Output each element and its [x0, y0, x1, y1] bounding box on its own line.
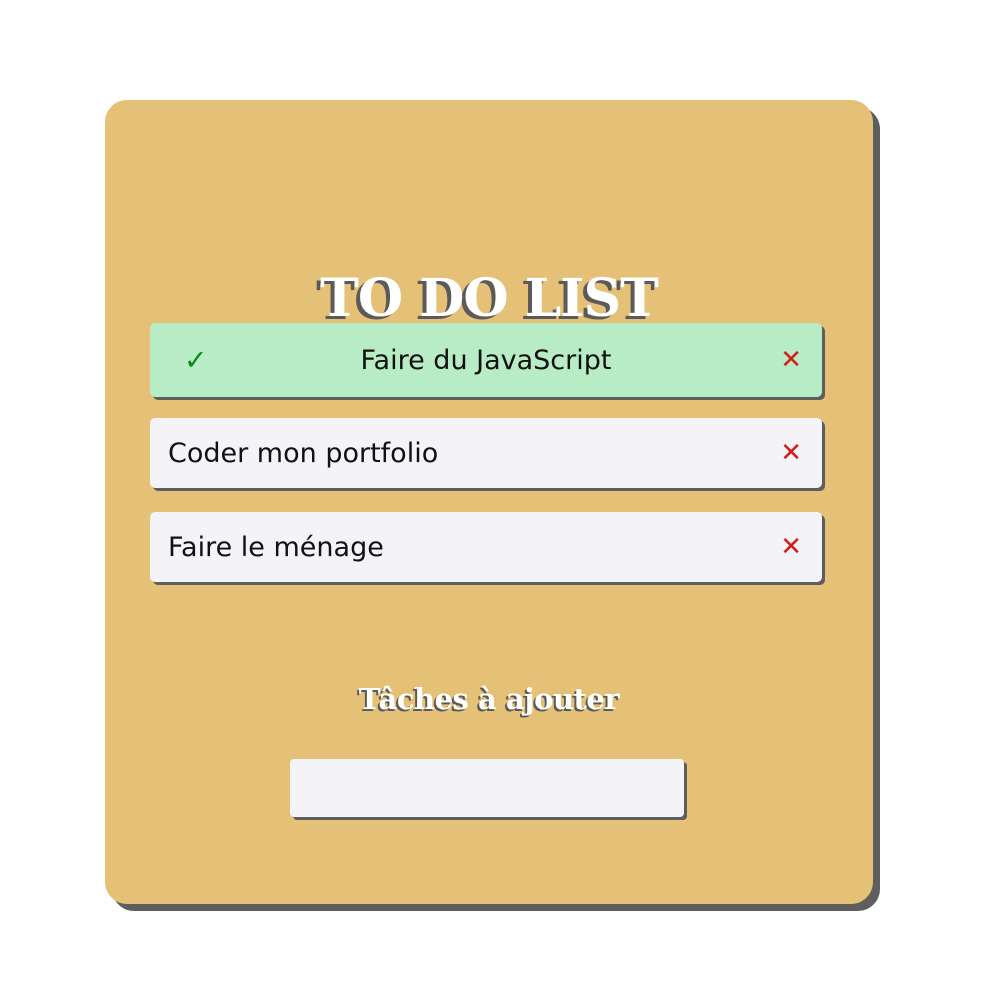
add-task-heading: Tâches à ajouter	[358, 682, 620, 716]
task-item[interactable]: Faire le ménage ✕	[150, 512, 822, 582]
page-title: TO DO LIST	[320, 268, 659, 329]
task-list: ✓ Faire du JavaScript ✕ Coder mon portfo…	[150, 323, 822, 606]
todo-card: TO DO LIST ✓ Faire du JavaScript ✕ Coder…	[105, 100, 873, 904]
task-item[interactable]: Coder mon portfolio ✕	[150, 418, 822, 488]
task-label: Faire le ménage	[168, 531, 384, 563]
delete-x-icon[interactable]: ✕	[780, 440, 802, 466]
checkmark-icon: ✓	[184, 343, 208, 377]
delete-x-icon[interactable]: ✕	[780, 347, 802, 373]
task-item-done[interactable]: ✓ Faire du JavaScript ✕	[150, 323, 822, 397]
task-label: Faire du JavaScript	[360, 344, 612, 376]
new-task-input[interactable]	[290, 759, 684, 817]
delete-x-icon[interactable]: ✕	[780, 534, 802, 560]
task-label: Coder mon portfolio	[168, 437, 439, 469]
